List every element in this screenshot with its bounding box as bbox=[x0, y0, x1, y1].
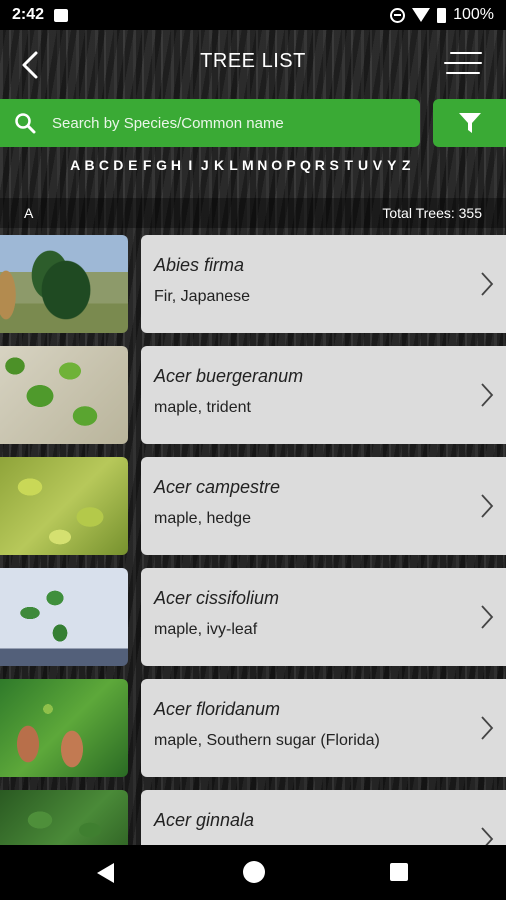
search-input[interactable] bbox=[50, 113, 394, 133]
alphabet-letter[interactable]: P bbox=[284, 157, 298, 177]
chevron-right-icon bbox=[481, 272, 494, 296]
alphabet-letter[interactable]: S bbox=[327, 157, 341, 177]
tree-card[interactable]: Acer floridanum maple, Southern sugar (F… bbox=[141, 679, 506, 777]
tree-card[interactable]: Acer ginnala bbox=[141, 790, 506, 845]
common-name: maple, trident bbox=[154, 399, 251, 416]
app-header: TREE LIST bbox=[0, 30, 506, 98]
alphabet-letter[interactable]: T bbox=[341, 157, 355, 177]
list-item[interactable]: Acer floridanum maple, Southern sugar (F… bbox=[0, 679, 506, 777]
chevron-right-icon bbox=[481, 383, 494, 407]
scientific-name: Acer campestre bbox=[154, 477, 281, 497]
filter-icon bbox=[458, 113, 481, 133]
alphabet-letter[interactable]: E bbox=[126, 157, 140, 177]
chevron-right-icon bbox=[481, 605, 494, 629]
alphabet-letter[interactable]: R bbox=[313, 157, 327, 177]
alphabet-index: ABCDEFGHIJKLMNOPQRSTUVYZ bbox=[68, 157, 413, 177]
total-trees-count: Total Trees: 355 bbox=[382, 205, 482, 221]
menu-line bbox=[444, 62, 482, 64]
nav-recents-icon[interactable] bbox=[390, 863, 408, 881]
search-bar[interactable] bbox=[0, 99, 420, 147]
wifi-icon bbox=[412, 8, 431, 22]
section-header: A Total Trees: 355 bbox=[0, 198, 506, 228]
tree-thumbnail bbox=[0, 235, 128, 333]
common-name: maple, Southern sugar (Florida) bbox=[154, 732, 380, 749]
alphabet-letter[interactable]: Y bbox=[385, 157, 399, 177]
menu-line bbox=[450, 52, 482, 54]
menu-button[interactable] bbox=[444, 52, 482, 82]
alphabet-letter[interactable]: M bbox=[241, 157, 255, 177]
tree-thumbnail bbox=[0, 346, 128, 444]
list-item[interactable]: Acer buergeranum maple, trident bbox=[0, 346, 506, 444]
chevron-right-icon bbox=[481, 494, 494, 518]
chevron-right-icon bbox=[481, 827, 494, 845]
tree-thumbnail bbox=[0, 679, 128, 777]
battery-icon bbox=[437, 7, 447, 23]
scientific-name: Acer floridanum bbox=[154, 699, 281, 719]
tree-card[interactable]: Acer cissifolium maple, ivy-leaf bbox=[141, 568, 506, 666]
do-not-disturb-icon bbox=[390, 7, 406, 23]
page-title: TREE LIST bbox=[200, 50, 306, 72]
filter-button[interactable] bbox=[433, 99, 506, 147]
alphabet-letter[interactable]: D bbox=[111, 157, 125, 177]
scientific-name: Abies firma bbox=[154, 255, 245, 275]
status-time: 2:42 bbox=[12, 6, 45, 23]
menu-line bbox=[446, 72, 480, 74]
alphabet-letter[interactable]: Z bbox=[399, 157, 413, 177]
tree-thumbnail bbox=[0, 457, 128, 555]
image-notification-icon bbox=[54, 8, 69, 22]
scientific-name: Acer ginnala bbox=[154, 810, 255, 830]
battery-percent: 100% bbox=[453, 6, 494, 23]
tree-card[interactable]: Acer buergeranum maple, trident bbox=[141, 346, 506, 444]
alphabet-letter[interactable]: G bbox=[154, 157, 168, 177]
nav-back-icon[interactable] bbox=[97, 863, 114, 883]
alphabet-letter[interactable]: J bbox=[198, 157, 212, 177]
section-letter: A bbox=[24, 205, 34, 221]
search-icon bbox=[15, 113, 36, 134]
alphabet-letter[interactable]: K bbox=[212, 157, 226, 177]
status-bar: 2:42 100% bbox=[0, 0, 506, 30]
tree-thumbnail bbox=[0, 568, 128, 666]
alphabet-letter[interactable]: F bbox=[140, 157, 154, 177]
alphabet-letter[interactable]: Q bbox=[298, 157, 312, 177]
list-item[interactable]: Abies firma Fir, Japanese bbox=[0, 235, 506, 333]
tree-card[interactable]: Acer campestre maple, hedge bbox=[141, 457, 506, 555]
alphabet-letter[interactable]: N bbox=[255, 157, 269, 177]
alphabet-letter[interactable]: B bbox=[82, 157, 96, 177]
alphabet-letter[interactable]: C bbox=[97, 157, 111, 177]
list-item[interactable]: Acer campestre maple, hedge bbox=[0, 457, 506, 555]
common-name: maple, hedge bbox=[154, 510, 251, 527]
tree-thumbnail bbox=[0, 790, 128, 845]
alphabet-letter[interactable]: U bbox=[356, 157, 370, 177]
alphabet-letter[interactable]: L bbox=[226, 157, 240, 177]
list-item[interactable]: Acer cissifolium maple, ivy-leaf bbox=[0, 568, 506, 666]
alphabet-letter[interactable]: I bbox=[183, 157, 197, 177]
alphabet-letter[interactable]: V bbox=[370, 157, 384, 177]
alphabet-letter[interactable]: O bbox=[269, 157, 283, 177]
common-name: maple, ivy-leaf bbox=[154, 621, 258, 638]
nav-home-icon[interactable] bbox=[243, 861, 265, 883]
common-name: Fir, Japanese bbox=[154, 288, 251, 305]
tree-card[interactable]: Abies firma Fir, Japanese bbox=[141, 235, 506, 333]
alphabet-letter[interactable]: A bbox=[68, 157, 82, 177]
chevron-right-icon bbox=[481, 716, 494, 740]
navigation-bar bbox=[0, 845, 506, 900]
list-item[interactable]: Acer ginnala bbox=[0, 790, 506, 845]
scientific-name: Acer cissifolium bbox=[154, 588, 280, 608]
alphabet-letter[interactable]: H bbox=[169, 157, 183, 177]
scientific-name: Acer buergeranum bbox=[154, 366, 304, 386]
